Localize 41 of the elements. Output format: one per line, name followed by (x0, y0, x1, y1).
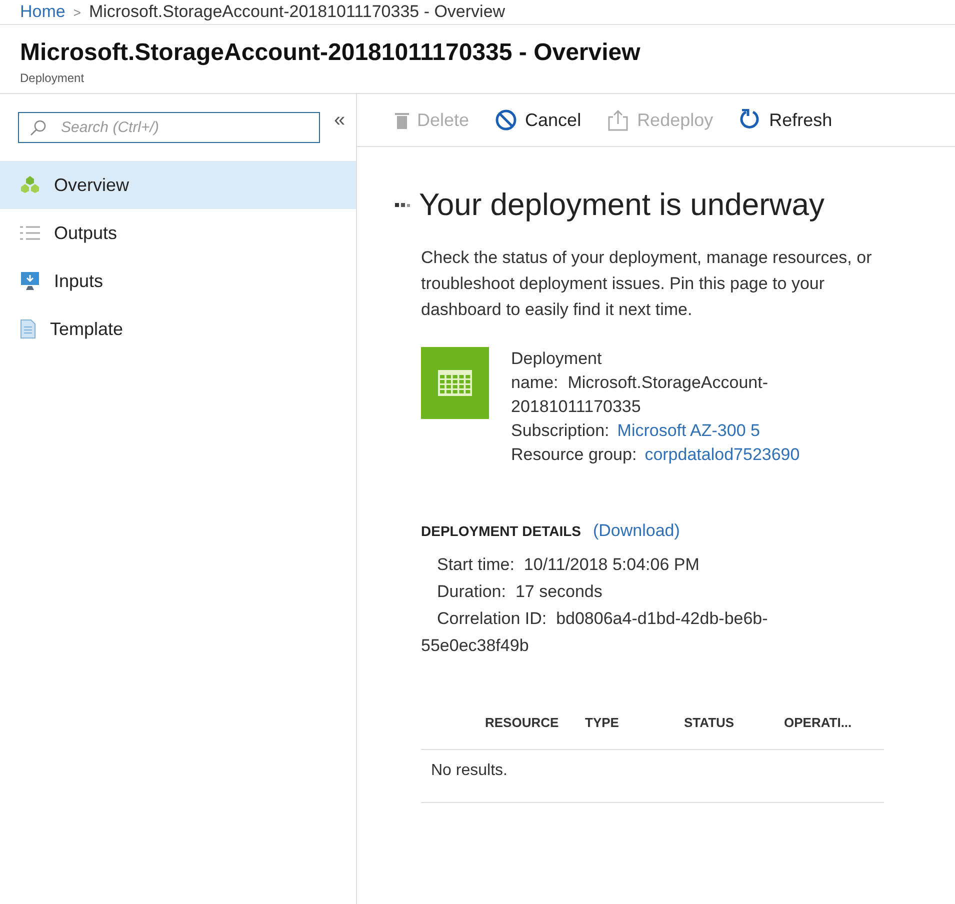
info-label: Subscription: (511, 421, 610, 440)
column-header[interactable]: OPERATI... (784, 715, 884, 730)
breadcrumb-separator: > (73, 4, 81, 20)
search-icon (30, 120, 46, 136)
search-field[interactable]: Search (Ctrl+/) (18, 112, 320, 143)
info-label: Resource group: (511, 445, 637, 464)
document-icon (20, 319, 36, 339)
breadcrumb-link[interactable]: Home (20, 2, 66, 22)
info-line: Deployment name: Microsoft.StorageAccount-20181011170335 (511, 348, 770, 418)
cancel-icon (495, 109, 518, 131)
section-title: DEPLOYMENT DETAILS (421, 523, 581, 539)
sidebar-item[interactable]: Template (0, 305, 356, 353)
page-subtitle: Deployment (20, 71, 86, 85)
detail-line: Start time: 10/11/2018 5:04:06 PM (436, 554, 700, 576)
sidebar-item[interactable]: Overview (0, 161, 356, 209)
toolbar-button[interactable]: Refresh (739, 109, 832, 131)
detail-line: Duration: 17 seconds (436, 581, 604, 603)
column-header[interactable]: RESOURCE (485, 715, 585, 730)
progress-dots-icon (395, 202, 413, 208)
description: Check the status of your deployment, manage resources, or troubleshoot deployment issues. Pin this page to your dashboard to easily find it next time. (421, 247, 873, 321)
refresh-icon (739, 109, 762, 131)
column-header[interactable]: TYPE (585, 715, 684, 730)
toolbar-button[interactable]: Cancel (495, 109, 582, 131)
download-link[interactable]: (Download) (592, 521, 680, 541)
info-link[interactable]: Microsoft AZ-300 5 (617, 421, 760, 440)
upload-icon (607, 109, 630, 131)
list-icon (20, 225, 40, 241)
trash-icon (395, 111, 409, 129)
monitor-icon (20, 271, 40, 291)
empty-message: No results. (431, 762, 508, 779)
detail-line: Correlation ID: bd0806a4-d1bd-42db-be6b-55e0ec38f49b (421, 608, 769, 657)
sidebar-item[interactable]: Outputs (0, 209, 356, 257)
info-link[interactable]: corpdatalod7523690 (644, 445, 800, 464)
column-header[interactable]: STATUS (684, 715, 784, 730)
deployment-tile-icon (421, 347, 489, 419)
status-heading: Your deployment is underway (419, 187, 825, 223)
breadcrumb-current: Microsoft.StorageAccount-20181011170335 - Overview (88, 2, 506, 22)
page-title: Microsoft.StorageAccount-20181011170335 - Overview (20, 39, 642, 67)
cubes-icon (20, 176, 40, 194)
sidebar-item[interactable]: Inputs (0, 257, 356, 305)
collapse-button[interactable]: « (334, 112, 346, 128)
